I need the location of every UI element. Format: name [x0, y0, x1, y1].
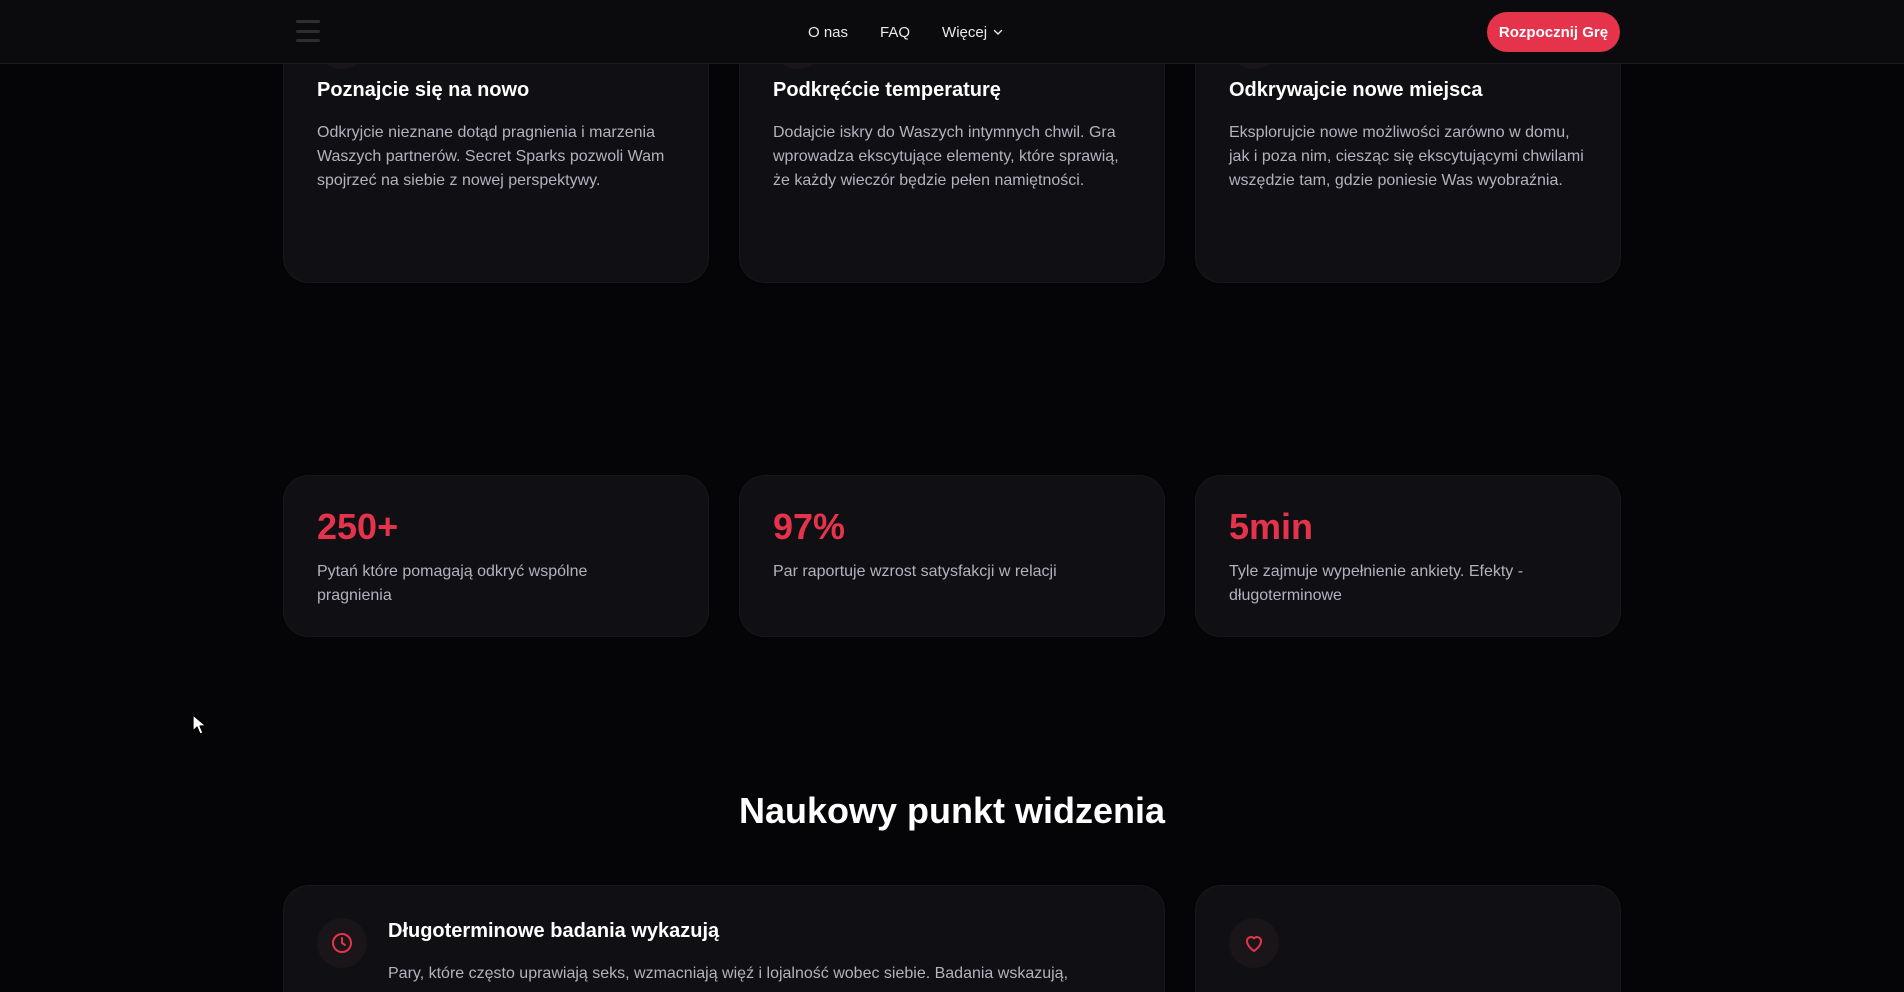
science-card: [1195, 885, 1621, 992]
science-card: Długoterminowe badania wykazują Pary, kt…: [283, 885, 1165, 992]
feature-description: Eksplorujcie nowe możliwości zarówno w d…: [1229, 124, 1584, 189]
clock-icon: [332, 933, 352, 953]
stat-value: 250+: [317, 506, 399, 547]
feature-card: Poznajcie się na nowo Odkryjcie nieznane…: [283, 19, 709, 283]
start-game-button[interactable]: Rozpocznij Grę: [1487, 12, 1620, 52]
section-title: Naukowy punkt widzenia: [738, 790, 1166, 831]
stat-value: 5min: [1229, 506, 1314, 547]
nav-link-about[interactable]: O nas: [808, 24, 848, 41]
stat-value: 97%: [773, 506, 846, 547]
main-nav: O nas FAQ Więcej: [808, 0, 1003, 64]
feature-description: Odkryjcie nieznane dotąd pragnienia i ma…: [317, 124, 665, 189]
science-icon-wrap: [1229, 918, 1279, 968]
stat-description: Par raportuje wzrost satysfakcji w relac…: [773, 563, 1057, 580]
science-icon-wrap: [317, 918, 367, 968]
science-card-title: Długoterminowe badania wykazują: [388, 920, 720, 942]
feature-title: Odkrywajcie nowe miejsca: [1229, 79, 1483, 101]
stat-card: 97% Par raportuje wzrost satysfakcji w r…: [739, 475, 1165, 637]
feature-title: Podkręćcie temperaturę: [773, 79, 1001, 101]
menu-icon[interactable]: [296, 20, 320, 42]
nav-more-label: Więcej: [942, 23, 988, 41]
mouse-cursor-icon: [192, 714, 207, 735]
stat-description: Pytań które pomagają odkryć wspólne prag…: [317, 563, 588, 604]
feature-title: Poznajcie się na nowo: [317, 79, 530, 101]
stat-description: Tyle zajmuje wypełnienie ankiety. Efekty…: [1229, 563, 1524, 604]
stat-card: 250+ Pytań które pomagają odkryć wspólne…: [283, 475, 709, 637]
chevron-down-icon: [993, 29, 1003, 35]
feature-card: Podkręćcie temperaturę Dodajcie iskry do…: [739, 19, 1165, 283]
nav-more-dropdown[interactable]: Więcej: [942, 24, 1003, 41]
top-navbar: O nas FAQ Więcej Rozpocznij Grę: [0, 0, 1904, 64]
heart-icon: [1246, 936, 1262, 952]
feature-card: Odkrywajcie nowe miejsca Eksplorujcie no…: [1195, 19, 1621, 283]
nav-link-faq[interactable]: FAQ: [880, 24, 910, 41]
feature-description: Dodajcie iskry do Waszych intymnych chwi…: [773, 124, 1119, 189]
science-card-description: Pary, które często uprawiają seks, wzmac…: [388, 965, 1069, 982]
stat-card: 5min Tyle zajmuje wypełnienie ankiety. E…: [1195, 475, 1621, 637]
